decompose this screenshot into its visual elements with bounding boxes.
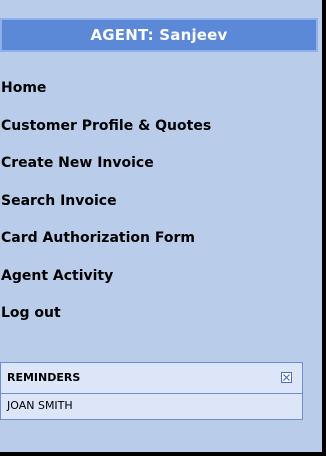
nav-item-log-out[interactable]: Log out bbox=[0, 299, 318, 337]
nav-item-search-invoice[interactable]: Search Invoice bbox=[0, 187, 318, 225]
agent-sidebar-panel: AGENT: Sanjeev Home Customer Profile & Q… bbox=[0, 0, 326, 456]
nav-item-customer-profile-quotes[interactable]: Customer Profile & Quotes bbox=[0, 112, 318, 150]
agent-header: AGENT: Sanjeev bbox=[0, 18, 318, 52]
sidebar-nav: Home Customer Profile & Quotes Create Ne… bbox=[0, 74, 318, 337]
nav-item-agent-activity[interactable]: Agent Activity bbox=[0, 262, 318, 300]
reminder-item[interactable]: JOAN SMITH bbox=[0, 394, 303, 420]
agent-title: AGENT: Sanjeev bbox=[90, 26, 228, 44]
reminders-header: REMINDERS bbox=[0, 362, 303, 394]
reminders-title: REMINDERS bbox=[7, 371, 81, 384]
nav-item-create-new-invoice[interactable]: Create New Invoice bbox=[0, 149, 318, 187]
nav-item-home[interactable]: Home bbox=[0, 74, 318, 112]
nav-item-card-authorization-form[interactable]: Card Authorization Form bbox=[0, 224, 318, 262]
reminders-box: REMINDERS JOAN SMITH bbox=[0, 362, 303, 426]
close-box-icon[interactable] bbox=[281, 372, 292, 383]
